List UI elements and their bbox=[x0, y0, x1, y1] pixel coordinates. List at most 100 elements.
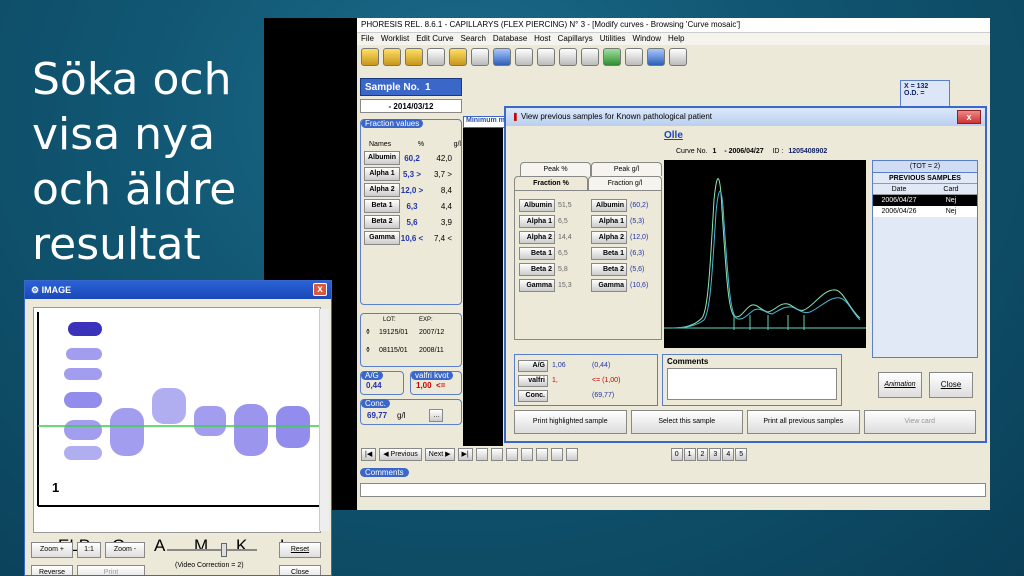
curve-info: Curve No. 1 - 2006/04/27 ID : 1205408902 bbox=[676, 148, 830, 155]
view-icon[interactable] bbox=[505, 447, 518, 461]
menu-item[interactable]: Window bbox=[633, 34, 661, 43]
patient-name[interactable]: Olle bbox=[664, 130, 683, 141]
globe-icon[interactable] bbox=[647, 48, 665, 66]
network-icon[interactable] bbox=[669, 48, 687, 66]
previous-samples-panel: (TOT = 2) PREVIOUS SAMPLES Date Card 200… bbox=[872, 160, 978, 358]
arrow-left-icon[interactable] bbox=[537, 48, 555, 66]
page-button[interactable]: 1 bbox=[683, 447, 696, 461]
dialog-fraction-name-ref[interactable]: Beta 2 bbox=[591, 262, 627, 276]
menu-item[interactable]: Host bbox=[534, 34, 550, 43]
page-button[interactable]: 5 bbox=[735, 447, 748, 461]
conc-unit: g/l bbox=[397, 411, 406, 420]
image-close-button[interactable]: Close bbox=[279, 565, 321, 575]
view-card-button[interactable]: View card bbox=[863, 410, 976, 434]
image-close-icon[interactable]: x bbox=[313, 283, 327, 296]
page-button[interactable]: 2 bbox=[696, 447, 709, 461]
comments-input[interactable] bbox=[360, 483, 986, 497]
tool-icon[interactable] bbox=[405, 48, 423, 66]
view-icon[interactable] bbox=[535, 447, 548, 461]
dialog-fraction-name-ref[interactable]: Gamma bbox=[591, 278, 627, 292]
menu-item[interactable]: Edit Curve bbox=[416, 34, 453, 43]
print-highlighted-button[interactable]: Print highlighted sample bbox=[514, 410, 627, 434]
tool-icon[interactable] bbox=[383, 48, 401, 66]
first-button[interactable]: |◀ bbox=[361, 447, 377, 461]
valfri-button[interactable]: valfri bbox=[518, 374, 548, 387]
tool-icon[interactable] bbox=[361, 48, 379, 66]
previous-button[interactable]: ◀ Previous bbox=[379, 447, 422, 461]
valfri-value: 1,00 bbox=[416, 381, 432, 390]
next-button[interactable]: Next ▶ bbox=[424, 447, 455, 461]
dialog-close-icon[interactable]: x bbox=[957, 110, 981, 124]
monitor-icon[interactable] bbox=[603, 48, 621, 66]
x-readout: X = 132 bbox=[904, 83, 929, 90]
view-icon[interactable] bbox=[520, 447, 533, 461]
fraction-name-button[interactable]: Beta 1 bbox=[364, 199, 400, 213]
dialog-close-button[interactable]: Close bbox=[929, 372, 973, 398]
print-button[interactable]: Print bbox=[77, 565, 145, 575]
dialog-fraction-name[interactable]: Beta 1 bbox=[519, 246, 555, 260]
fraction-name-button[interactable]: Alpha 1 bbox=[364, 167, 400, 181]
page-button[interactable]: 3 bbox=[709, 447, 722, 461]
menu-item[interactable]: Worklist bbox=[381, 34, 409, 43]
view-icon[interactable] bbox=[565, 447, 578, 461]
zoom-in-button[interactable]: Zoom + bbox=[31, 542, 73, 558]
select-sample-button[interactable]: Select this sample bbox=[630, 410, 743, 434]
tool-icon[interactable] bbox=[581, 48, 599, 66]
id-value: 1205408902 bbox=[788, 148, 828, 155]
dialog-fraction-row: Alpha 1 6,5 Alpha 1 (5,3) bbox=[519, 213, 657, 229]
view-icon[interactable] bbox=[550, 447, 563, 461]
tab-fraction-gl[interactable]: Fraction g/l bbox=[588, 176, 662, 190]
tab-peak-gl[interactable]: Peak g/l bbox=[591, 162, 662, 176]
print-all-button[interactable]: Print all previous samples bbox=[747, 410, 860, 434]
dialog-fraction-name[interactable]: Gamma bbox=[519, 278, 555, 292]
zoom-out-button[interactable]: Zoom - bbox=[105, 542, 145, 558]
menu-item[interactable]: Database bbox=[493, 34, 527, 43]
dialog-fraction-value: 5,8 bbox=[558, 265, 568, 273]
tool-icon[interactable] bbox=[427, 48, 445, 66]
dialog-fraction-name-ref[interactable]: Albumin bbox=[591, 198, 627, 212]
fraction-name-button[interactable]: Alpha 2 bbox=[364, 183, 400, 197]
page-button[interactable]: 0 bbox=[670, 447, 683, 461]
fraction-name-button[interactable]: Gamma bbox=[364, 231, 400, 245]
reset-button[interactable]: Reset bbox=[279, 542, 321, 558]
previous-sample-row[interactable]: 2006/04/27 Nej bbox=[873, 195, 977, 206]
video-correction-slider[interactable] bbox=[167, 549, 257, 551]
dialog-fraction-name[interactable]: Albumin bbox=[519, 198, 555, 212]
tool-icon[interactable] bbox=[515, 48, 533, 66]
dialog-fraction-name-ref[interactable]: Alpha 1 bbox=[591, 214, 627, 228]
ag-button[interactable]: A/G bbox=[518, 359, 548, 372]
animation-button[interactable]: Animation bbox=[878, 372, 922, 398]
tool-icon[interactable] bbox=[625, 48, 643, 66]
page-button[interactable]: 4 bbox=[722, 447, 735, 461]
previous-sample-row[interactable]: 2006/04/26 Nej bbox=[873, 206, 977, 217]
left-column: Sample No. 1 - 2014/03/12 Fraction value… bbox=[360, 78, 462, 488]
tab-fraction-pct[interactable]: Fraction % bbox=[514, 176, 588, 190]
dialog-fraction-name[interactable]: Beta 2 bbox=[519, 262, 555, 276]
last-button[interactable]: ▶| bbox=[457, 447, 473, 461]
fraction-name-button[interactable]: Beta 2 bbox=[364, 215, 400, 229]
menu-item[interactable]: Capillarys bbox=[558, 34, 593, 43]
conc-more-button[interactable]: ... bbox=[429, 409, 444, 422]
menu-item[interactable]: File bbox=[361, 34, 374, 43]
zoom-reset-button[interactable]: 1:1 bbox=[77, 542, 101, 558]
fraction-name-button[interactable]: Albumin bbox=[364, 151, 400, 165]
menu-item[interactable]: Help bbox=[668, 34, 684, 43]
tool-icon[interactable] bbox=[449, 48, 467, 66]
dialog-fraction-name[interactable]: Alpha 1 bbox=[519, 214, 555, 228]
menu-item[interactable]: Search bbox=[461, 34, 486, 43]
view-icon[interactable] bbox=[490, 447, 503, 461]
dialog-fraction-name[interactable]: Alpha 2 bbox=[519, 230, 555, 244]
dialog-fraction-name-ref[interactable]: Beta 1 bbox=[591, 246, 627, 260]
reverse-button[interactable]: Reverse bbox=[31, 565, 73, 575]
tab-peak-pct[interactable]: Peak % bbox=[520, 162, 591, 176]
slider-thumb[interactable] bbox=[221, 543, 227, 557]
dialog-comments-input[interactable] bbox=[667, 368, 837, 400]
tool-icon[interactable] bbox=[471, 48, 489, 66]
tool-icon[interactable] bbox=[493, 48, 511, 66]
conc-button[interactable]: Conc. bbox=[518, 389, 548, 402]
gel-scrollbar[interactable] bbox=[319, 309, 329, 531]
menu-item[interactable]: Utilities bbox=[600, 34, 626, 43]
dialog-fraction-name-ref[interactable]: Alpha 2 bbox=[591, 230, 627, 244]
view-icon[interactable] bbox=[475, 447, 488, 461]
arrow-right-icon[interactable] bbox=[559, 48, 577, 66]
